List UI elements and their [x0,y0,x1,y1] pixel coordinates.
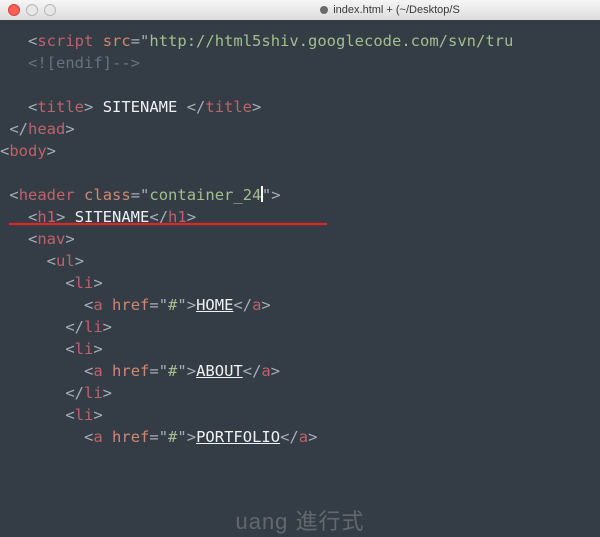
code-line: <header class="container_24"> [0,184,600,206]
traffic-lights [8,4,56,16]
code-line: </li> [0,316,600,338]
code-line: <![endif]--> [0,52,600,74]
code-line [0,162,600,184]
watermark: uang 進行式 [0,511,600,533]
modified-indicator-icon [320,6,328,14]
code-line [0,74,600,96]
code-line: <a href="#">HOME</a> [0,294,600,316]
code-line: <script src="http://html5shiv.googlecode… [0,30,600,52]
code-line: <li> [0,338,600,360]
code-line: <a href="#">PORTFOLIO</a> [0,426,600,448]
zoom-button[interactable] [44,4,56,16]
window-title: index.html + (~/Desktop/S [333,4,460,16]
code-line: </li> [0,382,600,404]
code-editor[interactable]: <script src="http://html5shiv.googlecode… [0,20,600,537]
window-titlebar: index.html + (~/Desktop/S [0,0,600,21]
annotation-underline [9,223,327,225]
code-line: <ul> [0,250,600,272]
code-line: <li> [0,404,600,426]
code-line: <title> SITENAME </title> [0,96,600,118]
code-line: </head> [0,118,600,140]
code-line: <body> [0,140,600,162]
code-line: <li> [0,272,600,294]
code-line: <nav> [0,228,600,250]
minimize-button[interactable] [26,4,38,16]
code-line: <a href="#">ABOUT</a> [0,360,600,382]
close-button[interactable] [8,4,20,16]
code-line: <h1> SITENAME</h1> [0,206,600,228]
